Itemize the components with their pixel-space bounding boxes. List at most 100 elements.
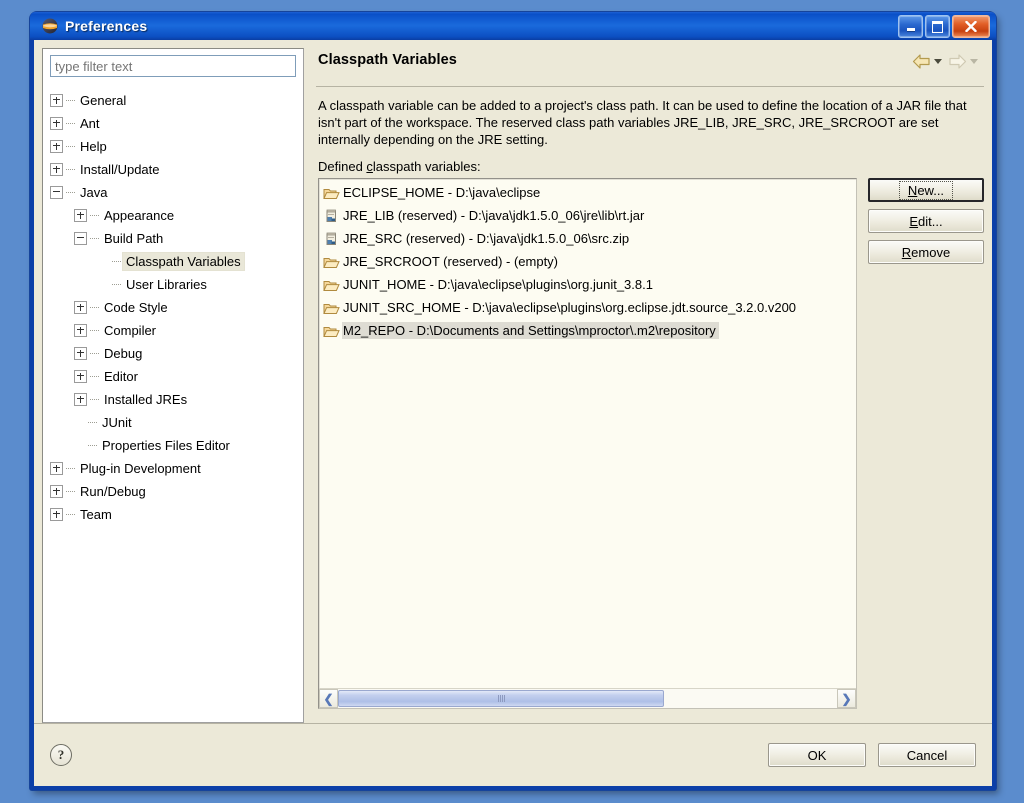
expand-icon[interactable]: [50, 163, 63, 176]
classpath-variables-list[interactable]: ECLIPSE_HOME - D:\java\eclipse JRE_LIB (r…: [318, 178, 857, 709]
expand-icon[interactable]: [74, 301, 87, 314]
new-button-text: ew...: [917, 182, 945, 198]
expand-icon[interactable]: [50, 117, 63, 130]
window-titlebar[interactable]: Preferences: [30, 12, 996, 40]
list-item[interactable]: M2_REPO - D:\Documents and Settings\mpro…: [319, 319, 856, 342]
sidebar-item-junit[interactable]: JUnit: [47, 411, 299, 434]
sidebar-item-label: Properties Files Editor: [102, 438, 230, 453]
forward-history-chevron-down-icon: [970, 59, 978, 64]
search-input[interactable]: [50, 55, 296, 77]
sidebar-item-team[interactable]: Team: [47, 503, 299, 526]
collapse-icon[interactable]: [74, 232, 87, 245]
sidebar-item-label: Debug: [104, 346, 143, 361]
cancel-button[interactable]: Cancel: [878, 743, 976, 767]
tree-connector: [66, 491, 75, 492]
sidebar-item-general[interactable]: General: [47, 89, 299, 112]
minimize-button[interactable]: [898, 15, 923, 38]
ok-button[interactable]: OK: [768, 743, 866, 767]
sidebar-item-properties-files-editor[interactable]: Properties Files Editor: [47, 434, 299, 457]
expand-icon[interactable]: [50, 485, 63, 498]
edit-button-text: dit...: [918, 213, 943, 229]
tree-connector: [66, 514, 75, 515]
help-button[interactable]: ?: [50, 744, 72, 766]
sidebar-item-label: Plug-in Development: [80, 461, 201, 476]
expand-icon[interactable]: [50, 462, 63, 475]
back-arrow-icon[interactable]: [912, 53, 931, 70]
list-item[interactable]: JRE_SRC (reserved) - D:\java\jdk1.5.0_06…: [319, 227, 856, 250]
preferences-tree[interactable]: General Ant Help Install/Update Java Appearan…: [43, 89, 303, 722]
remove-button-mnemonic: R: [901, 244, 912, 260]
window-controls: [898, 15, 990, 38]
sidebar-item-java[interactable]: Java: [47, 181, 299, 204]
sidebar-item-user-libraries[interactable]: User Libraries: [47, 273, 299, 296]
sidebar-item-installed-jres[interactable]: Installed JREs: [47, 388, 299, 411]
classpath-variable-label: JRE_LIB (reserved) - D:\java\jdk1.5.0_06…: [343, 208, 645, 223]
sidebar-item-plug-in-development[interactable]: Plug-in Development: [47, 457, 299, 480]
list-item[interactable]: JUNIT_SRC_HOME - D:\java\eclipse\plugins…: [319, 296, 856, 319]
new-button[interactable]: New...: [868, 178, 984, 202]
sidebar-item-classpath-variables[interactable]: Classpath Variables: [47, 250, 299, 273]
page-title: Classpath Variables: [318, 52, 457, 68]
scrollbar-thumb[interactable]: [338, 690, 665, 707]
horizontal-scrollbar[interactable]: ❮ ❯: [319, 688, 856, 708]
dialog-footer: ? OK Cancel: [34, 724, 992, 786]
sidebar-item-help[interactable]: Help: [47, 135, 299, 158]
preferences-window: Preferences GeneralAntHelpInstall/: [30, 12, 996, 790]
page-header: Classpath Variables: [314, 48, 984, 86]
list-items[interactable]: ECLIPSE_HOME - D:\java\eclipse JRE_LIB (r…: [319, 179, 856, 688]
expand-icon[interactable]: [74, 209, 87, 222]
scrollbar-track[interactable]: [338, 689, 837, 708]
sidebar-item-compiler[interactable]: Compiler: [47, 319, 299, 342]
tree-connector: [66, 169, 75, 170]
expand-icon[interactable]: [74, 393, 87, 406]
sidebar-item-editor[interactable]: Editor: [47, 365, 299, 388]
sidebar-item-appearance[interactable]: Appearance: [47, 204, 299, 227]
collapse-icon[interactable]: [50, 186, 63, 199]
classpath-variable-label: JRE_SRC (reserved) - D:\java\jdk1.5.0_06…: [343, 231, 630, 246]
back-history-chevron-down-icon[interactable]: [934, 59, 942, 64]
sidebar-item-label: Appearance: [104, 208, 175, 223]
sidebar-item-ant[interactable]: Ant: [47, 112, 299, 135]
folder-icon: [323, 188, 340, 199]
tree-connector: [66, 468, 75, 469]
jar-icon: [326, 209, 336, 222]
sidebar-item-label: User Libraries: [126, 277, 207, 292]
classpath-variable-label: JRE_SRCROOT (reserved) - (empty): [343, 254, 559, 269]
sidebar-item-install-update[interactable]: Install/Update: [47, 158, 299, 181]
maximize-button[interactable]: [925, 15, 950, 38]
sidebar-item-label: Installed JREs: [104, 392, 188, 407]
expand-icon[interactable]: [74, 324, 87, 337]
list-item[interactable]: JUNIT_HOME - D:\java\eclipse\plugins\org…: [319, 273, 856, 296]
classpath-variable-label: JUNIT_HOME - D:\java\eclipse\plugins\org…: [343, 277, 653, 292]
scroll-left-button[interactable]: ❮: [319, 689, 338, 708]
sidebar-item-debug[interactable]: Debug: [47, 342, 299, 365]
new-button-mnemonic: N: [907, 182, 918, 198]
sidebar-item-run-debug[interactable]: Run/Debug: [47, 480, 299, 503]
sidebar-item-label: JUnit: [102, 415, 132, 430]
close-button[interactable]: [952, 15, 990, 38]
sidebar-item-label: General: [80, 93, 127, 108]
tree-connector: [112, 261, 121, 262]
expand-icon[interactable]: [74, 370, 87, 383]
expand-icon[interactable]: [50, 508, 63, 521]
tree-connector: [90, 353, 99, 354]
scroll-right-button[interactable]: ❯: [837, 689, 856, 708]
sidebar-item-code-style[interactable]: Code Style: [47, 296, 299, 319]
remove-button[interactable]: Remove: [868, 240, 984, 264]
expand-icon[interactable]: [50, 140, 63, 153]
edit-button[interactable]: Edit...: [868, 209, 984, 233]
expand-icon[interactable]: [74, 347, 87, 360]
sidebar-item-label: Code Style: [104, 300, 168, 315]
sidebar-item-label: Compiler: [104, 323, 157, 338]
list-item[interactable]: JRE_SRCROOT (reserved) - (empty): [319, 250, 856, 273]
minimize-icon: [906, 28, 915, 31]
maximize-icon: [932, 20, 943, 33]
expand-icon[interactable]: [50, 94, 63, 107]
list-item[interactable]: JRE_LIB (reserved) - D:\java\jdk1.5.0_06…: [319, 204, 856, 227]
sidebar-item-label: Ant: [80, 116, 100, 131]
preferences-tree-pane: General Ant Help Install/Update Java Appearan…: [42, 48, 304, 723]
list-item[interactable]: ECLIPSE_HOME - D:\java\eclipse: [319, 181, 856, 204]
sidebar-item-build-path[interactable]: Build Path: [47, 227, 299, 250]
